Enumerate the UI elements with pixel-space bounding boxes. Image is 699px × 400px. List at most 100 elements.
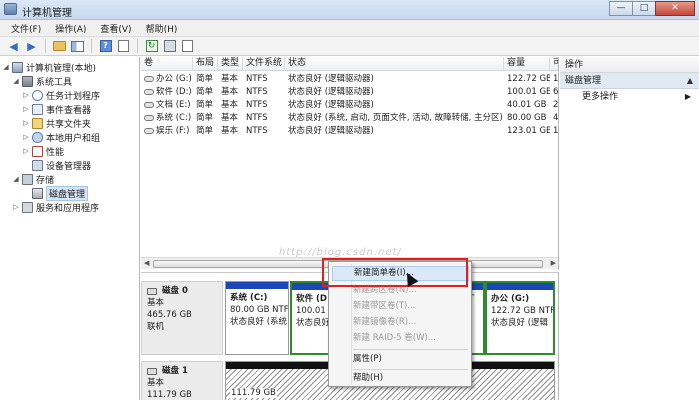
column-free[interactable]: 可 [550, 57, 558, 71]
actions-section-disk-management[interactable]: 磁盘管理 ▲ [560, 73, 699, 89]
column-layout[interactable]: 布局 [193, 57, 218, 71]
tree-item-disk-management[interactable]: 磁盘管理 [22, 185, 89, 201]
table-row[interactable]: 娱乐 (F:) 简单 基本 NTFS 状态良好 (逻辑驱动器) 123.01 G… [141, 125, 558, 137]
volume-name: 软件 (D:) [156, 87, 192, 97]
volume-free: 4 [553, 113, 559, 123]
refresh-button[interactable]: ↻ [144, 39, 159, 53]
shared-folder-icon [32, 117, 43, 129]
menu-view[interactable]: 查看(V) [93, 22, 138, 35]
toolbar: ◀ ▶ ? ↻ [0, 37, 699, 56]
tree-item-task-scheduler[interactable]: ▷ 任务计划程序 [22, 88, 100, 102]
partition-g[interactable]: 办公 (G:) 122.72 GB NTF 状态良好 (逻辑 [485, 281, 555, 355]
storage-icon [22, 173, 33, 185]
device-manager-icon [32, 159, 43, 171]
back-arrow-icon[interactable]: ◀ [6, 39, 21, 53]
minimize-button[interactable]: — [609, 1, 633, 16]
tree-item-system-tools[interactable]: ◢ 系统工具 [12, 74, 72, 88]
tree-item-local-users[interactable]: ▷ 本地用户和组 [22, 130, 100, 144]
tree-item-storage[interactable]: ◢ 存储 [12, 172, 54, 186]
volume-status: 状态良好 (系统, 启动, 页面文件, 活动, 故障转储, 主分区) [288, 113, 503, 123]
refresh-icon: ↻ [145, 40, 158, 52]
drive-icon [144, 101, 154, 108]
window-controls: — □ ✕ [609, 1, 695, 16]
show-hide-tree-button[interactable] [70, 39, 85, 53]
volume-type: 基本 [221, 74, 239, 84]
expand-icon[interactable]: ▷ [22, 147, 30, 155]
table-row[interactable]: 文档 (E:) 简单 基本 NTFS 状态良好 (逻辑驱动器) 40.01 GB… [141, 99, 559, 111]
table-row[interactable]: 软件 (D:) 简单 基本 NTFS 状态良好 (逻辑驱动器) 100.01 G… [141, 86, 558, 98]
submenu-arrow-icon: ▶ [684, 92, 691, 101]
up-folder-button[interactable] [52, 39, 67, 53]
disk1-size: 111.79 GB [147, 390, 192, 400]
services-icon [22, 201, 33, 213]
menu-item-new-raid5-volume[interactable]: 新建 RAID-5 卷(W)... [352, 331, 470, 346]
help-icon: ? [99, 40, 112, 52]
collapse-icon[interactable]: ◢ [12, 77, 20, 85]
collapse-icon[interactable]: ◢ [12, 175, 20, 183]
volume-type: 基本 [221, 100, 239, 110]
clock-icon [32, 89, 43, 101]
partition-name: 软件 (D [296, 294, 327, 304]
collapse-icon[interactable]: ◢ [2, 63, 10, 71]
disk1-info[interactable]: 磁盘 1 基本 111.79 GB [141, 361, 223, 400]
column-volume[interactable]: 卷 [141, 57, 193, 71]
volume-capacity: 122.72 GB [507, 74, 550, 84]
tree-item-root[interactable]: ◢ 计算机管理(本地) [2, 60, 96, 74]
drive-icon [144, 114, 154, 121]
expand-icon[interactable]: ▷ [22, 133, 30, 141]
menu-item-properties[interactable]: 属性(P) [352, 352, 470, 367]
document-icon [118, 40, 129, 52]
partition-name: 系统 (C:) [230, 293, 268, 303]
toolbar-separator [45, 39, 46, 53]
disk0-name: 磁盘 0 [162, 286, 188, 296]
drive-icon [144, 75, 154, 82]
column-status[interactable]: 状态 [285, 57, 504, 71]
table-row[interactable]: 系统 (C:) 简单 基本 NTFS 状态良好 (系统, 启动, 页面文件, 活… [141, 112, 559, 124]
table-row[interactable]: 办公 (G:) 简单 基本 NTFS 状态良好 (逻辑驱动器) 122.72 G… [141, 73, 558, 85]
partition-d[interactable]: 软件 (D 100.01 状态良好 [290, 281, 330, 355]
volume-capacity: 80.00 GB [507, 113, 547, 123]
tree-item-shared-folders[interactable]: ▷ 共享文件夹 [22, 116, 91, 130]
volume-free: 2 [553, 100, 559, 110]
volume-status: 状态良好 (逻辑驱动器) [288, 126, 374, 136]
menu-action[interactable]: 操作(A) [48, 22, 93, 35]
column-type[interactable]: 类型 [218, 57, 243, 71]
menu-item-new-mirrored-volume[interactable]: 新建镜像卷(R)... [352, 315, 470, 330]
checklist-icon [182, 40, 193, 52]
performance-icon [32, 145, 43, 157]
properties-button[interactable] [116, 39, 131, 53]
actions-header: 操作 [560, 57, 699, 73]
menu-item-help[interactable]: 帮助(H) [352, 371, 470, 386]
menu-item-new-striped-volume[interactable]: 新建带区卷(T)... [352, 299, 470, 314]
maximize-button[interactable]: □ [632, 1, 656, 16]
volume-status: 状态良好 (逻辑驱动器) [288, 74, 374, 84]
tree-item-device-manager[interactable]: 设备管理器 [22, 158, 91, 172]
volume-name: 文档 (E:) [156, 100, 191, 110]
computer-management-icon [4, 3, 17, 15]
scroll-right-icon[interactable]: ▶ [551, 259, 556, 267]
scroll-left-icon[interactable]: ◀ [144, 259, 149, 267]
volume-layout: 简单 [196, 113, 214, 123]
tree-item-services-apps[interactable]: ▷ 服务和应用程序 [12, 200, 99, 214]
expand-icon[interactable]: ▷ [12, 203, 20, 211]
close-button[interactable]: ✕ [655, 1, 695, 16]
help-button[interactable]: ? [98, 39, 113, 53]
disk-properties-button[interactable] [180, 39, 195, 53]
tree-item-performance[interactable]: ▷ 性能 [22, 144, 64, 158]
expand-icon[interactable]: ▷ [22, 91, 30, 99]
column-filesystem[interactable]: 文件系统 [243, 57, 285, 71]
expand-icon[interactable]: ▷ [22, 105, 30, 113]
collapse-up-icon[interactable]: ▲ [687, 73, 693, 89]
volume-capacity: 100.01 GB [507, 87, 550, 97]
export-list-button[interactable] [162, 39, 177, 53]
menu-help[interactable]: 帮助(H) [139, 22, 185, 35]
disk0-info[interactable]: 磁盘 0 基本 465.76 GB 联机 [141, 281, 223, 355]
partition-c[interactable]: 系统 (C:) 80.00 GB NTF 状态良好 (系统 [225, 281, 289, 355]
more-actions[interactable]: 更多操作 ▶ [560, 89, 699, 105]
users-icon [32, 131, 43, 143]
expand-icon[interactable]: ▷ [22, 119, 30, 127]
column-capacity[interactable]: 容量 [504, 57, 550, 71]
forward-arrow-icon[interactable]: ▶ [24, 39, 39, 53]
tree-item-event-viewer[interactable]: ▷ 事件查看器 [22, 102, 91, 116]
menu-file[interactable]: 文件(F) [4, 22, 48, 35]
